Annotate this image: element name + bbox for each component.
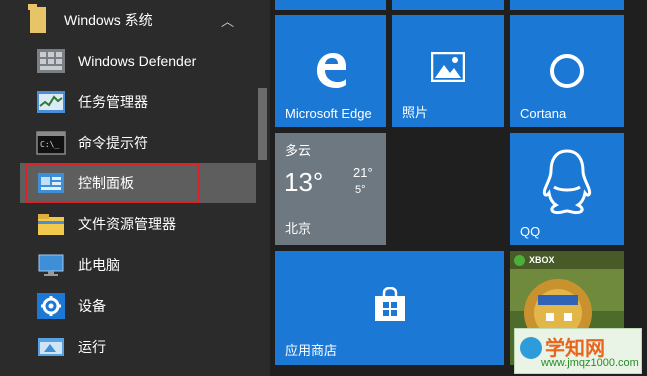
app-item-this-pc[interactable]: 此电脑 xyxy=(20,245,256,285)
xbox-badge: XBOX xyxy=(510,251,624,269)
tile-label: Microsoft Edge xyxy=(285,106,372,121)
app-item-settings[interactable]: 设备 xyxy=(20,286,256,326)
app-item-command-prompt[interactable]: C:\_ 命令提示符 xyxy=(20,123,256,163)
this-pc-icon xyxy=(34,250,68,280)
group-label: Windows 系统 xyxy=(64,12,153,28)
group-windows-system[interactable]: Windows 系统 ︿ xyxy=(0,0,256,40)
tile-label: 照片 xyxy=(402,105,429,120)
command-prompt-icon: C:\_ xyxy=(34,128,68,158)
app-label: 设备 xyxy=(78,298,106,314)
tile-store[interactable]: 应用商店 xyxy=(275,251,504,365)
tile-label: Cortana xyxy=(520,106,567,121)
tile-microsoft-edge[interactable]: Microsoft Edge xyxy=(275,15,386,127)
weather-temp: 13° xyxy=(284,167,324,197)
start-tiles: Microsoft Edge 照片 Cortana 多云 13° 21° 5° … xyxy=(270,0,647,376)
tile-cortana[interactable]: Cortana xyxy=(510,15,624,127)
tile-label: QQ xyxy=(520,224,541,239)
edge-icon xyxy=(275,49,386,89)
qq-penguin-icon xyxy=(510,147,624,217)
watermark-logo-icon xyxy=(520,337,542,359)
windows-defender-icon xyxy=(34,46,68,76)
tile-label: 应用商店 xyxy=(285,343,338,358)
app-label: 此电脑 xyxy=(78,257,120,273)
photos-icon xyxy=(392,52,504,82)
app-item-windows-defender[interactable]: Windows Defender xyxy=(20,41,256,81)
app-label: 文件资源管理器 xyxy=(78,216,176,232)
weather-city: 北京 xyxy=(285,221,312,236)
watermark: 学知网 www.jmqz1000.com xyxy=(514,328,642,374)
highlight-box xyxy=(25,163,200,203)
tile-top-partial[interactable] xyxy=(510,0,624,10)
app-label: 命令提示符 xyxy=(78,135,148,151)
folder-icon xyxy=(28,4,46,33)
app-label: Windows Defender xyxy=(78,53,197,69)
start-app-list: Windows 系统 ︿ Windows Defender 任务管理器 C:\_… xyxy=(0,0,270,376)
scrollbar-thumb[interactable] xyxy=(258,88,267,160)
xbox-label: XBOX xyxy=(529,255,555,265)
run-icon xyxy=(34,332,68,362)
cortana-icon xyxy=(510,53,624,89)
app-item-run[interactable]: 运行 xyxy=(20,327,256,367)
weather-high: 21° xyxy=(353,165,373,180)
svg-text:C:\_: C:\_ xyxy=(40,140,59,149)
app-item-file-explorer[interactable]: 文件资源管理器 xyxy=(20,204,256,244)
tile-qq[interactable]: QQ xyxy=(510,133,624,245)
xbox-icon xyxy=(514,254,525,266)
task-manager-icon xyxy=(34,87,68,117)
weather-condition: 多云 xyxy=(285,143,312,158)
weather-low: 5° xyxy=(355,184,366,196)
app-label: 运行 xyxy=(78,339,106,355)
app-item-task-manager[interactable]: 任务管理器 xyxy=(20,82,256,122)
file-explorer-icon xyxy=(34,209,68,239)
tile-weather[interactable]: 多云 13° 21° 5° 北京 xyxy=(275,133,386,245)
tile-top-partial[interactable] xyxy=(275,0,386,10)
watermark-url: www.jmqz1000.com xyxy=(541,357,639,369)
chevron-up-icon[interactable]: ︿ xyxy=(221,11,234,30)
tile-photos[interactable]: 照片 xyxy=(392,15,504,127)
app-label: 任务管理器 xyxy=(78,94,148,110)
scrollbar-track[interactable] xyxy=(256,0,270,376)
tile-top-partial[interactable] xyxy=(392,0,504,10)
settings-gear-icon xyxy=(34,291,68,321)
store-bag-icon xyxy=(275,287,504,323)
